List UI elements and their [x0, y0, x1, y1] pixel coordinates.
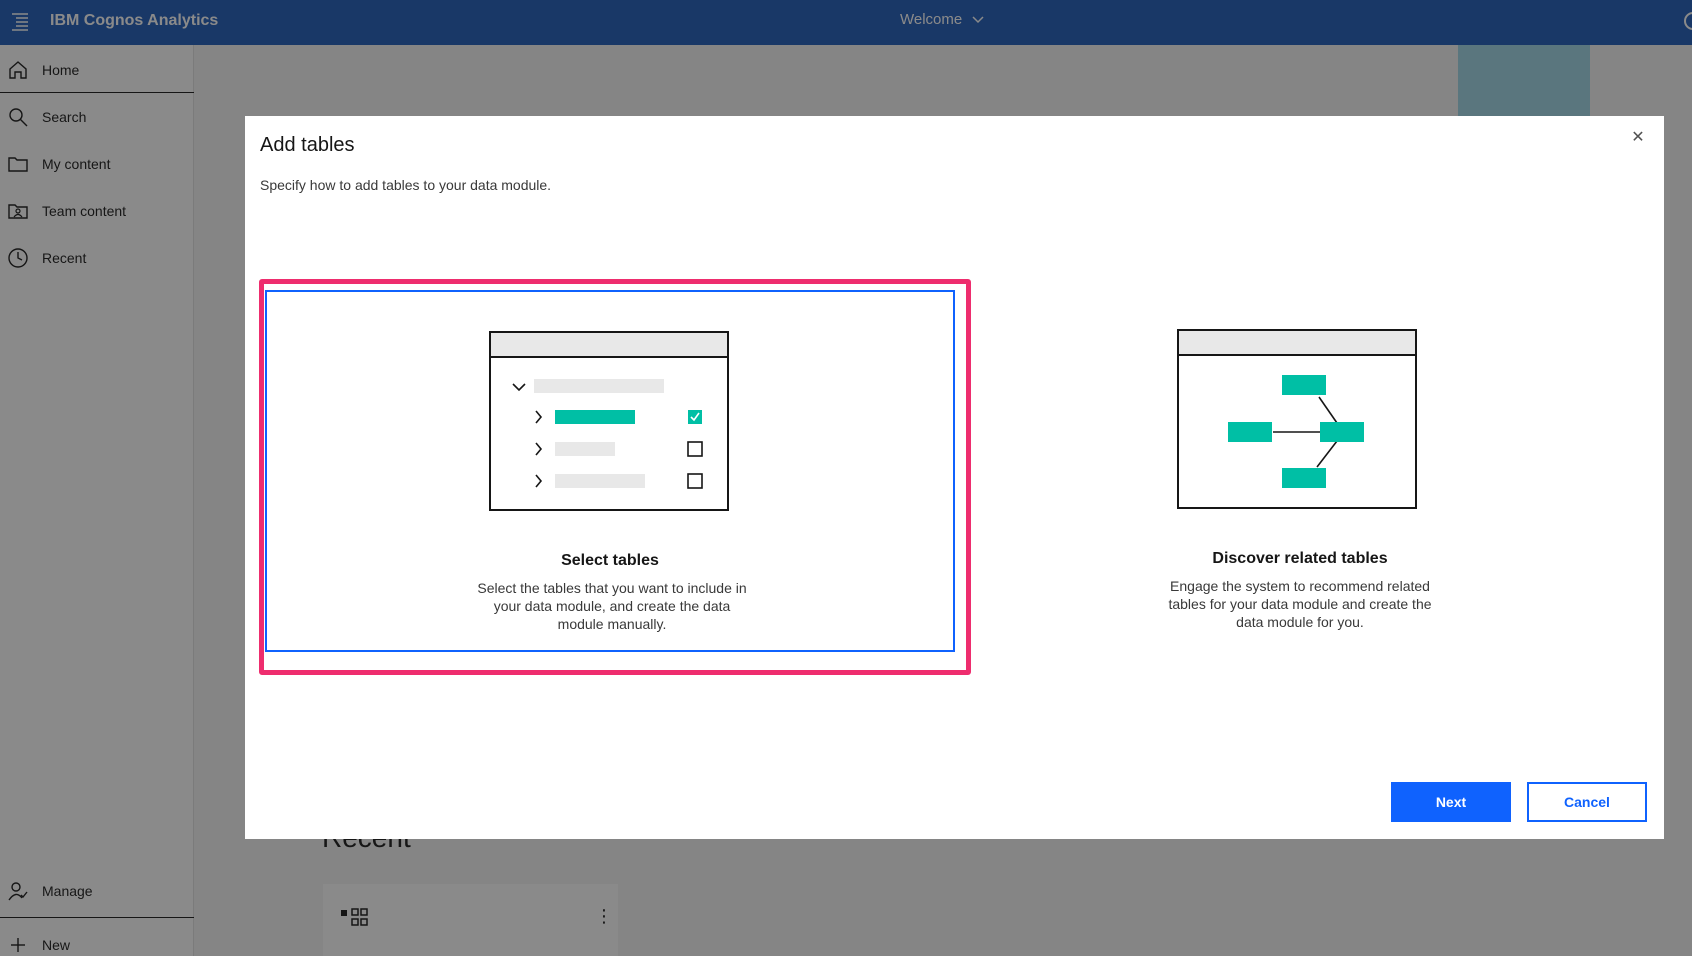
close-icon[interactable]: ✕: [1630, 130, 1646, 146]
select-tables-option[interactable]: Select tables Select the tables that you…: [265, 290, 955, 652]
next-button[interactable]: Next: [1391, 782, 1511, 822]
select-tables-illustration: [489, 331, 729, 511]
option-title: Discover related tables: [1212, 550, 1388, 567]
dialog-title: Add tables: [260, 134, 355, 156]
cancel-button[interactable]: Cancel: [1527, 782, 1647, 822]
add-tables-dialog: Add tables Specify how to add tables to …: [245, 116, 1664, 839]
discover-related-tables-option[interactable]: Discover related tables Engage the syste…: [955, 290, 1645, 652]
dialog-description: Specify how to add tables to your data m…: [260, 177, 552, 193]
discover-tables-illustration: [1177, 329, 1417, 509]
option-title: Select tables: [561, 552, 659, 569]
option-description: Engage the system to recommend related t…: [1168, 578, 1432, 630]
option-description: Select the tables that you want to inclu…: [477, 580, 747, 632]
